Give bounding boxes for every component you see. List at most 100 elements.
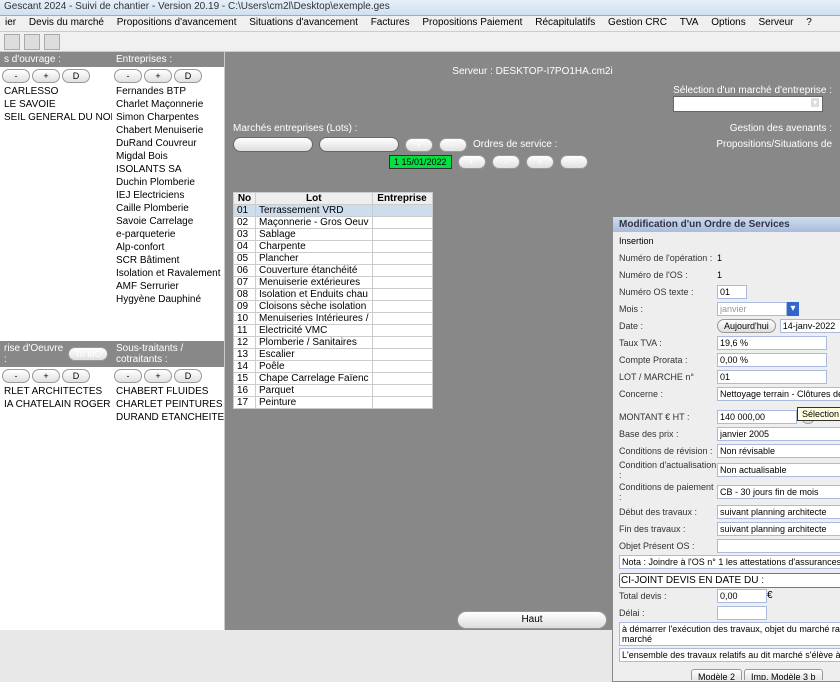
plus-button[interactable]: + bbox=[405, 138, 433, 152]
table-row[interactable]: 09Cloisons sèche isolation bbox=[234, 301, 433, 313]
list-item[interactable]: IEJ Electriciens bbox=[112, 189, 224, 202]
table-row[interactable]: 04Charpente bbox=[234, 241, 433, 253]
d-button[interactable]: D bbox=[174, 69, 202, 83]
list-item[interactable]: SCR Bâtiment bbox=[112, 254, 224, 267]
concerne-input[interactable] bbox=[717, 387, 840, 401]
sous-list[interactable]: CHABERT FLUIDESCHARLET PEINTURESDURAND E… bbox=[112, 385, 224, 605]
debut-input[interactable] bbox=[717, 505, 840, 519]
d-button[interactable]: D bbox=[62, 69, 90, 83]
table-row[interactable]: 02Maçonnerie - Gros Oeuv bbox=[234, 217, 433, 229]
list-item[interactable]: Duchin Plomberie bbox=[112, 176, 224, 189]
marche-dropdown[interactable] bbox=[673, 96, 823, 112]
table-row[interactable]: 06Couverture étanchéité bbox=[234, 265, 433, 277]
nota-text[interactable]: Nota : Joindre à l'OS n° 1 les attestati… bbox=[619, 555, 840, 569]
rev-input[interactable] bbox=[717, 444, 840, 458]
minus-button[interactable]: - bbox=[439, 138, 467, 152]
list-item[interactable]: SEIL GENERAL DU NORD bbox=[0, 111, 112, 124]
menu-item[interactable]: Situations d'avancement bbox=[244, 17, 363, 28]
table-row[interactable]: 11Electricité VMC bbox=[234, 325, 433, 337]
table-row[interactable]: 07Menuiserie extérieures bbox=[234, 277, 433, 289]
menu-item[interactable]: Serveur bbox=[753, 17, 798, 28]
lots-table[interactable]: NoLotEntreprise 01Terrassement VRD02Maço… bbox=[233, 192, 433, 409]
table-row[interactable]: 03Sablage bbox=[234, 229, 433, 241]
list-item[interactable]: Isolation et Ravalement bbox=[112, 267, 224, 280]
list-item[interactable]: Chabert Menuiserie bbox=[112, 124, 224, 137]
act-input[interactable] bbox=[717, 463, 840, 477]
num-os-txt-input[interactable] bbox=[717, 285, 747, 299]
ouvrage-list[interactable]: CARLESSOLE SAVOIESEIL GENERAL DU NORD bbox=[0, 85, 112, 325]
tva-input[interactable] bbox=[717, 336, 827, 350]
menu-item[interactable]: TVA bbox=[675, 17, 704, 28]
table-row[interactable]: 12Plomberie / Sanitaires bbox=[234, 337, 433, 349]
cijoint-input[interactable] bbox=[619, 573, 840, 588]
base-input[interactable] bbox=[717, 427, 840, 441]
plus-button[interactable]: + bbox=[144, 69, 172, 83]
list-item[interactable]: Hygyène Dauphiné bbox=[112, 293, 224, 306]
list-item[interactable]: Migdal Bois bbox=[112, 150, 224, 163]
plus-button[interactable]: + bbox=[32, 369, 60, 383]
plus-button[interactable]: + bbox=[526, 155, 554, 169]
plus-button[interactable]: + bbox=[458, 155, 486, 169]
list-item[interactable]: CARLESSO bbox=[0, 85, 112, 98]
table-row[interactable]: 13Escalier bbox=[234, 349, 433, 361]
menu-item[interactable]: ? bbox=[801, 17, 817, 28]
entreprises-list[interactable]: Fernandes BTPCharlet MaçonnerieSimon Cha… bbox=[112, 85, 224, 325]
delai-input[interactable] bbox=[717, 606, 767, 620]
menubar[interactable]: ier Devis du marché Propositions d'avanc… bbox=[0, 16, 840, 32]
list-item[interactable]: RLET ARCHITECTES bbox=[0, 385, 112, 398]
montant-input[interactable] bbox=[717, 410, 797, 424]
d-button[interactable]: D bbox=[62, 369, 90, 383]
list-item[interactable]: Simon Charpentes bbox=[112, 111, 224, 124]
plus-button[interactable]: + bbox=[32, 69, 60, 83]
txt1[interactable]: à démarrer l'exécution des travaux, obje… bbox=[619, 622, 840, 646]
menu-item[interactable]: Propositions Paiement bbox=[417, 17, 527, 28]
list-item[interactable]: CHABERT FLUIDES bbox=[112, 385, 224, 398]
list-item[interactable]: DuRand Couvreur bbox=[112, 137, 224, 150]
toolbar-icon[interactable] bbox=[24, 34, 40, 50]
table-row[interactable]: 15Chape Carrelage Faïenc bbox=[234, 373, 433, 385]
prorata-input[interactable] bbox=[717, 353, 827, 367]
table-row[interactable]: 17Peinture bbox=[234, 397, 433, 409]
toolbar-icon[interactable] bbox=[4, 34, 20, 50]
pay-input[interactable] bbox=[717, 485, 840, 499]
total-input[interactable] bbox=[717, 589, 767, 603]
list-item[interactable]: DURAND ETANCHEITE bbox=[112, 411, 224, 424]
plus-button[interactable]: + bbox=[144, 369, 172, 383]
txt2[interactable]: L'ensemble des travaux relatifs au dit m… bbox=[619, 648, 840, 662]
lotm-input[interactable] bbox=[717, 370, 827, 384]
table-row[interactable]: 01Terrassement VRD bbox=[234, 205, 433, 217]
list-item[interactable]: CHARLET PEINTURES bbox=[112, 398, 224, 411]
minus-button[interactable]: - bbox=[2, 69, 30, 83]
pill-button[interactable] bbox=[233, 137, 313, 152]
date-input[interactable] bbox=[780, 319, 840, 333]
oeuvre-list[interactable]: RLET ARCHITECTESIA CHATELAIN ROGER bbox=[0, 385, 112, 605]
list-item[interactable]: Fernandes BTP bbox=[112, 85, 224, 98]
minus-button[interactable]: - bbox=[2, 369, 30, 383]
list-item[interactable]: LE SAVOIE bbox=[0, 98, 112, 111]
pill-button[interactable] bbox=[319, 137, 399, 152]
d-button[interactable]: D bbox=[174, 369, 202, 383]
imp3b-button[interactable]: Imp. Modèle 3 b bbox=[744, 669, 823, 680]
list-item[interactable]: Savoie Carrelage bbox=[112, 215, 224, 228]
toolbar-icon[interactable] bbox=[44, 34, 60, 50]
menu-item[interactable]: Options bbox=[706, 17, 750, 28]
list-item[interactable]: Alp-confort bbox=[112, 241, 224, 254]
haut-button[interactable]: Haut bbox=[457, 611, 607, 629]
today-button[interactable]: Aujourd'hui bbox=[717, 319, 776, 333]
list-item[interactable]: Caille Plomberie bbox=[112, 202, 224, 215]
table-row[interactable]: 10Menuiseries Intérieures / bbox=[234, 313, 433, 325]
table-row[interactable]: 14Poêle bbox=[234, 361, 433, 373]
table-row[interactable]: 05Plancher bbox=[234, 253, 433, 265]
menu-item[interactable]: ier bbox=[0, 17, 21, 28]
trimo-button[interactable]: Tri MO bbox=[68, 347, 108, 361]
menu-item[interactable]: Gestion CRC bbox=[603, 17, 672, 28]
list-item[interactable]: e-parqueterie bbox=[112, 228, 224, 241]
list-item[interactable]: ISOLANTS SA bbox=[112, 163, 224, 176]
mois-input[interactable] bbox=[717, 302, 787, 316]
objet-input[interactable] bbox=[717, 539, 840, 553]
table-row[interactable]: 08Isolation et Enduits chau bbox=[234, 289, 433, 301]
minus-button[interactable]: - bbox=[492, 155, 520, 169]
menu-item[interactable]: Propositions d'avancement bbox=[112, 17, 242, 28]
minus-button[interactable]: - bbox=[114, 369, 142, 383]
list-item[interactable]: IA CHATELAIN ROGER bbox=[0, 398, 112, 411]
